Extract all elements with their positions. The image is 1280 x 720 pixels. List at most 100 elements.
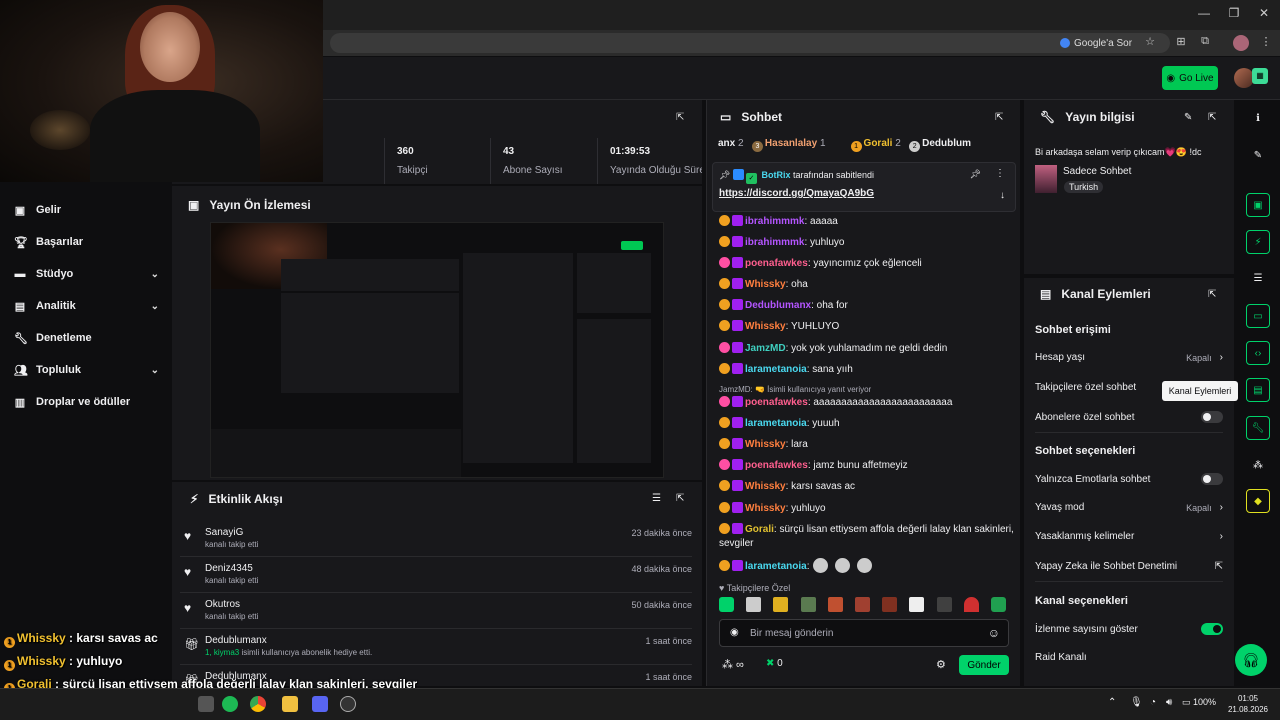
volume-icon[interactable]: 🔊︎	[1166, 697, 1172, 708]
chat-username[interactable]: Gorali	[745, 524, 774, 535]
activity-user[interactable]: Deniz4345	[205, 563, 253, 574]
chatter-name[interactable]: Dedublum	[922, 138, 971, 149]
chatter-name[interactable]: anx	[718, 138, 735, 149]
chat-username[interactable]: Whissky	[745, 481, 786, 492]
chrome-icon[interactable]	[250, 696, 266, 712]
maximize-icon[interactable]: ❐	[1224, 6, 1244, 22]
popout-icon[interactable]: ⇱	[676, 493, 684, 504]
sidebar-item-moderation[interactable]: 🔧︎ Denetleme	[14, 328, 159, 348]
points-display[interactable]: ✖ 0	[766, 658, 783, 669]
preview-toggle-icon[interactable]: ▣	[1246, 193, 1270, 217]
slow-mode-setting[interactable]: Yavaş mod Kapalı ›	[1035, 502, 1223, 513]
popout-icon[interactable]: ⇱	[1208, 289, 1216, 300]
expand-icon[interactable]: ↓	[1000, 190, 1005, 201]
tag-chip[interactable]: Turkish	[1064, 181, 1104, 193]
chatter-name[interactable]: Hasanlalay	[765, 138, 817, 149]
help-button[interactable]: 🎧︎	[1235, 644, 1267, 676]
emote-icon[interactable]	[800, 597, 816, 612]
spotify-icon[interactable]	[222, 696, 238, 712]
discord-link[interactable]: https://discord.gg/QmayaQA9bG	[719, 188, 874, 199]
translate-icon[interactable]: ⊞	[1173, 35, 1189, 51]
emote-icon[interactable]	[719, 597, 734, 612]
stream-preview-video[interactable]	[210, 222, 664, 478]
tray-chevron-icon[interactable]: ⌃	[1108, 697, 1116, 708]
list-icon[interactable]: ☰	[1246, 266, 1270, 290]
menu-icon[interactable]: ⋮	[1258, 35, 1274, 51]
emote-icon[interactable]	[963, 597, 979, 612]
avatar[interactable]	[1234, 68, 1254, 88]
sidebar-item-studio[interactable]: ▬ Stüdyo ⌄	[14, 264, 160, 284]
minimize-icon[interactable]: —	[1194, 6, 1214, 22]
emote-icon[interactable]	[746, 597, 762, 612]
chat-username[interactable]: Whissky	[745, 279, 786, 290]
popout-icon[interactable]: ⇱	[995, 112, 1003, 123]
chatter-name[interactable]: Gorali	[864, 138, 893, 149]
emote-icon[interactable]	[854, 597, 870, 612]
wrench-icon[interactable]: 🔧︎	[1246, 416, 1270, 440]
banned-words-setting[interactable]: Yasaklanmış kelimeler ›	[1035, 531, 1223, 542]
show-viewers-setting[interactable]: İzlenme sayısını göster	[1035, 623, 1223, 635]
raid-setting[interactable]: Raid Kanalı	[1035, 652, 1223, 663]
chat-username[interactable]: poenafawkes	[745, 397, 808, 408]
obs-icon[interactable]	[340, 696, 356, 712]
discord-icon[interactable]	[312, 696, 328, 712]
chat-username[interactable]: poenafawkes	[745, 258, 808, 269]
send-button[interactable]: Gönder	[959, 655, 1009, 675]
battery-indicator[interactable]: ▭ 100%	[1182, 697, 1216, 708]
extensions-icon[interactable]: ⧉	[1197, 35, 1213, 51]
more-icon[interactable]: ⋮	[995, 168, 1005, 179]
activity-user[interactable]: Dedublumanx	[205, 635, 267, 646]
filter-icon[interactable]: ☰	[652, 493, 661, 504]
wifi-icon[interactable]: ◔	[1150, 697, 1156, 708]
unpin-icon[interactable]: 📌︎	[970, 169, 981, 180]
sidebar-item-drops[interactable]: ▥ Droplar ve ödüller	[14, 392, 159, 412]
activity-user[interactable]: SanayiG	[205, 527, 243, 538]
info-icon[interactable]: ℹ	[1246, 106, 1270, 130]
taskbar-clock[interactable]: 01:05 21.08.2026	[1222, 693, 1274, 715]
channel-actions-icon[interactable]: ▤	[1246, 378, 1270, 402]
chat-username[interactable]: JamzMD	[745, 343, 786, 354]
sidebar-item-analytics[interactable]: ▤ Analitik ⌄	[14, 296, 159, 316]
code-icon[interactable]: ‹›	[1246, 341, 1270, 365]
go-live-button[interactable]: ◉ Go Live	[1162, 66, 1218, 90]
chat-username[interactable]: Whissky	[745, 503, 786, 514]
chat-username[interactable]: Dedublumanx	[745, 300, 811, 311]
drops-icon[interactable]: ◆	[1246, 489, 1270, 513]
emote-icon[interactable]	[936, 597, 952, 612]
edit-icon[interactable]: ✎	[1184, 112, 1192, 123]
emote-icon[interactable]	[773, 597, 789, 612]
emote-icon[interactable]	[827, 597, 843, 612]
mic-icon[interactable]: 🎙︎	[1130, 697, 1143, 708]
edit-icon[interactable]: ✎	[1246, 143, 1270, 167]
folder-icon[interactable]	[282, 696, 298, 712]
chat-toggle-icon[interactable]: ▭	[1246, 304, 1270, 328]
sidebar-item-achievements[interactable]: 🏆︎ Başarılar	[14, 232, 159, 252]
lightning-icon[interactable]: ⚡︎	[1246, 230, 1270, 254]
sidebar-item-revenue[interactable]: ▣ Gelir	[14, 200, 159, 220]
popout-icon[interactable]: ⇱	[676, 112, 684, 123]
ai-moderation-setting[interactable]: Yapay Zeka ile Sohbet Denetimi ⇱	[1035, 561, 1223, 572]
category-thumbnail[interactable]	[1035, 165, 1057, 193]
star-icon[interactable]: ☆	[1142, 35, 1158, 51]
sidebar-item-community[interactable]: 👥︎ Topluluk ⌄	[14, 360, 159, 380]
app-switcher-icon[interactable]: ▦	[1252, 68, 1268, 84]
profile-icon[interactable]	[1233, 35, 1249, 51]
chat-username[interactable]: ibrahimmmk	[745, 237, 804, 248]
emote-only-toggle[interactable]	[1201, 473, 1223, 485]
popout-icon[interactable]: ⇱	[1208, 112, 1216, 123]
emoji-icon[interactable]: ☺	[988, 626, 1000, 640]
chat-username[interactable]: larametanoia	[745, 364, 807, 375]
emote-icon[interactable]	[882, 597, 898, 612]
chat-username[interactable]: Whissky	[745, 321, 786, 332]
google-ask-chip[interactable]: Google'a Sor	[1060, 35, 1132, 51]
subs-chat-setting[interactable]: Abonelere özel sohbet	[1035, 411, 1223, 423]
emote-icon[interactable]	[909, 597, 925, 612]
pinned-by[interactable]: BotRix	[761, 170, 790, 180]
gear-icon[interactable]: ⚙	[936, 658, 946, 671]
chat-username[interactable]: larametanoia	[745, 561, 807, 572]
address-bar[interactable]	[330, 33, 1170, 53]
emote-only-setting[interactable]: Yalnızca Emotlarla sohbet	[1035, 473, 1223, 485]
chat-username[interactable]: larametanoia	[745, 418, 807, 429]
subs-chat-toggle[interactable]	[1201, 411, 1223, 423]
chat-username[interactable]: poenafawkes	[745, 460, 808, 471]
